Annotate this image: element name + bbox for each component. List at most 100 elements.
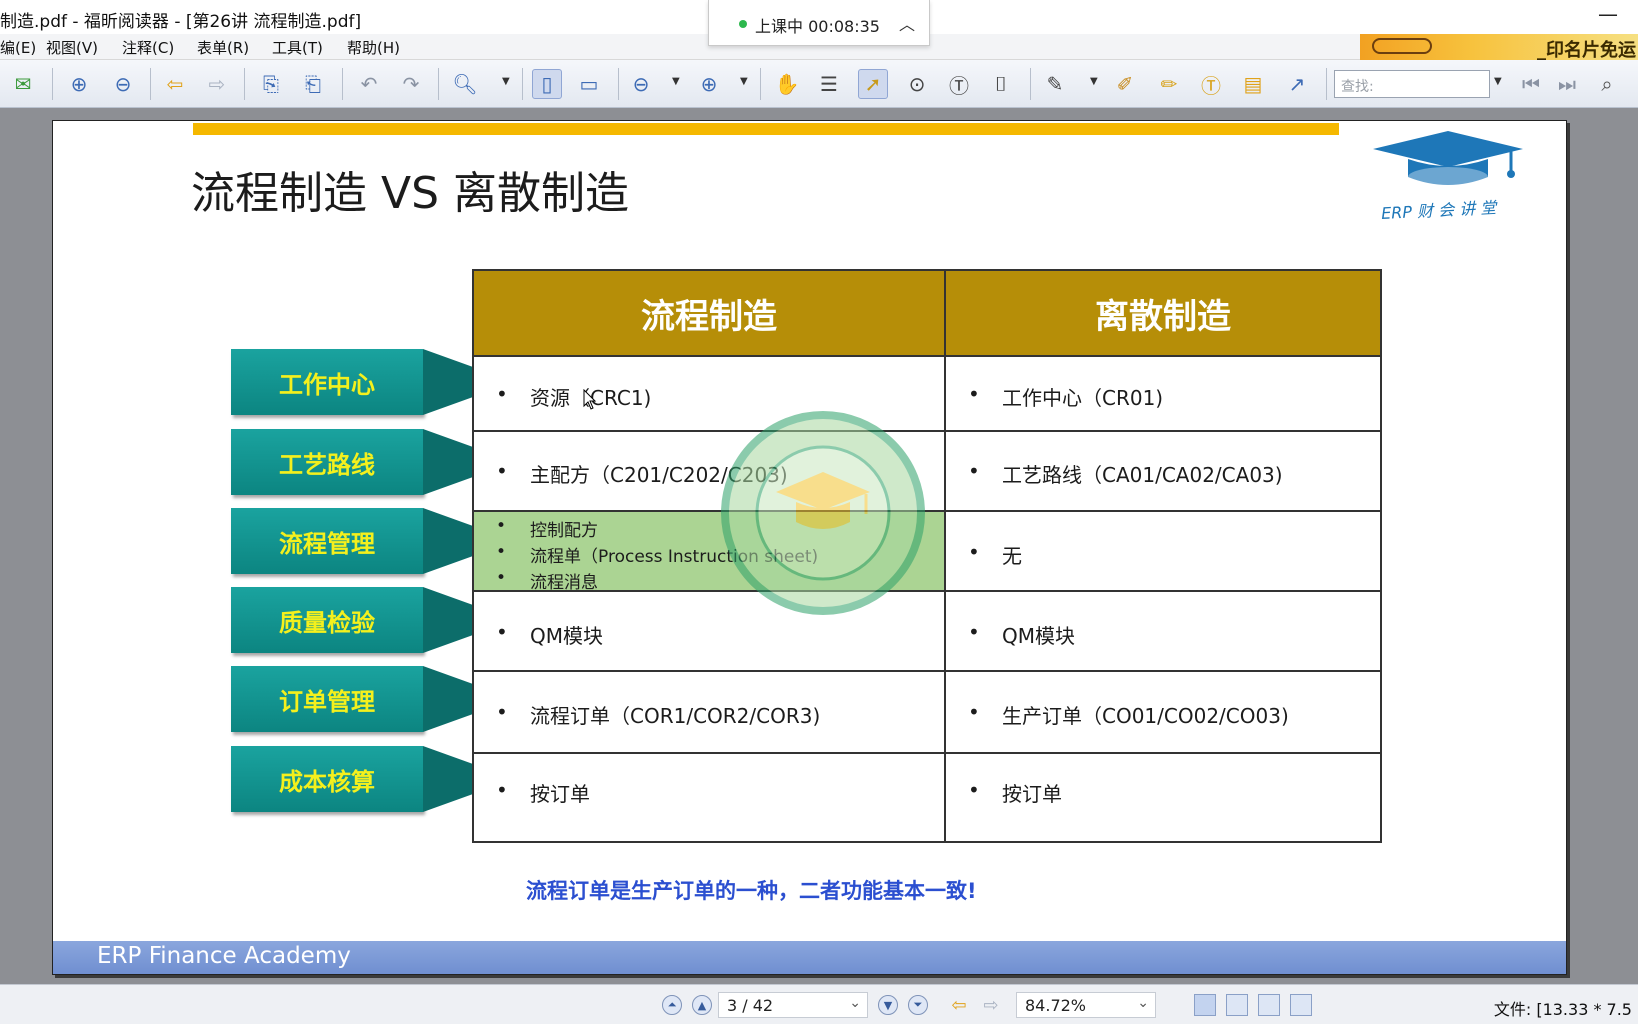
table-row: • QM模块 • QM模块 xyxy=(474,590,1380,670)
chevron-down-icon[interactable]: ⌄ xyxy=(1137,995,1149,1011)
row-arrow-icon xyxy=(423,508,473,574)
zoom-out-icon[interactable]: ⊖ xyxy=(626,69,656,99)
menu-form[interactable]: 表单(R) xyxy=(197,37,249,58)
continuous-facing-view-icon[interactable] xyxy=(1290,994,1312,1016)
row-label-routing: 工艺路线 xyxy=(231,429,423,495)
forward-arrow-icon[interactable]: ⇨ xyxy=(202,69,232,99)
chevron-up-icon[interactable]: ︿ xyxy=(899,11,915,35)
ad-banner-text: _印名片免运 xyxy=(1537,40,1636,61)
snapshot-camera-icon[interactable]: ⌷ xyxy=(986,69,1016,99)
comparison-table: 流程制造 离散制造 •资源（CRC1) •工作中心（CR01) •主配方（C20… xyxy=(472,269,1382,843)
find-next-icon[interactable]: ⏭ xyxy=(1552,69,1582,99)
extract-page-icon[interactable]: ⎘ xyxy=(256,69,286,99)
toolbar-separator xyxy=(244,68,245,100)
redo-icon[interactable]: ↷ xyxy=(396,69,426,99)
table-row: • 控制配方 • 流程单（Process Instruction sheet) • 流… xyxy=(474,510,1380,593)
row-label-work-center: 工作中心 xyxy=(231,349,423,415)
first-page-icon[interactable]: ⏶ xyxy=(662,995,682,1015)
menu-view[interactable]: 视图(V) xyxy=(46,37,98,58)
zoom-tool-dropdown[interactable]: ▼ xyxy=(502,76,510,87)
email-icon[interactable]: ✉ xyxy=(8,69,38,99)
zoom-level-field[interactable]: 84.72% ⌄ xyxy=(1016,992,1156,1018)
row-label-process-management: 流程管理 xyxy=(231,508,423,574)
pdf-page: 流程制造 VS 离散制造 ERP 财 会 讲 堂 工作中心 工艺路线 流程管理 … xyxy=(52,120,1567,975)
single-page-view-icon[interactable] xyxy=(1194,994,1216,1016)
class-timer-widget[interactable]: 上课中 00:08:35 ︿ xyxy=(708,0,930,46)
select-annotation-icon[interactable]: ➚ xyxy=(858,69,888,99)
note-comment-icon[interactable]: ▤ xyxy=(1238,69,1268,99)
undo-icon[interactable]: ↶ xyxy=(354,69,384,99)
search-dropdown[interactable]: ▼ xyxy=(1494,76,1502,87)
toolbar-separator xyxy=(438,68,439,100)
toolbar-separator xyxy=(342,68,343,100)
file-size-info: 文件: [13.33 * 7.5 xyxy=(1493,1000,1632,1019)
insert-page-icon[interactable]: ⎗ xyxy=(298,69,328,99)
toolbar: ✉ ⊕ ⊖ ⇦ ⇨ ⎘ ⎗ ↶ ↷ 🔍︎ ▼ ▯ ▭ ⊖ ▼ ⊕ ▼ ✋ ☰ ➚… xyxy=(0,60,1638,108)
header-process-manufacturing: 流程制造 xyxy=(474,271,944,355)
find-previous-icon[interactable]: ⏮ xyxy=(1516,69,1546,99)
page-number-field[interactable]: 3 / 42 ⌄ xyxy=(718,992,868,1018)
ad-banner[interactable]: _印名片免运 xyxy=(1360,34,1638,61)
menu-help[interactable]: 帮助(H) xyxy=(347,37,400,58)
document-view[interactable]: 流程制造 VS 离散制造 ERP 财 会 讲 堂 工作中心 工艺路线 流程管理 … xyxy=(0,108,1638,984)
mouse-cursor-icon xyxy=(583,389,597,410)
select-text-icon[interactable]: ☰ xyxy=(814,69,844,99)
zoom-out-dropdown[interactable]: ▼ xyxy=(672,76,680,87)
zoom-level-text: 84.72% xyxy=(1025,996,1087,1015)
back-arrow-icon[interactable]: ⇦ xyxy=(160,69,190,99)
slide-title: 流程制造 VS 离散制造 xyxy=(191,168,630,219)
erp-finance-academy-watermark xyxy=(721,411,925,615)
toolbar-separator xyxy=(760,68,761,100)
row-label-cost-accounting: 成本核算 xyxy=(231,746,423,812)
form-tool-dropdown[interactable]: ▼ xyxy=(1090,76,1098,87)
menu-comment[interactable]: 注释(C) xyxy=(122,37,174,58)
row-arrow-icon xyxy=(423,746,473,812)
search-input[interactable]: 查找: xyxy=(1334,70,1490,98)
toolbar-separator xyxy=(1326,68,1327,100)
window-title: 制造.pdf - 福昕阅读器 - [第26讲 流程制造.pdf] xyxy=(0,12,362,32)
toolbar-separator xyxy=(150,68,151,100)
page-number-text: 3 / 42 xyxy=(727,996,774,1015)
row-arrow-icon xyxy=(423,666,473,732)
footer-brand-text: ERP Finance Academy xyxy=(97,943,351,969)
arrow-draw-icon[interactable]: ↗ xyxy=(1282,69,1312,99)
history-forward-icon[interactable]: ⇨ xyxy=(976,990,1006,1020)
highlight-icon[interactable]: ✏ xyxy=(1154,69,1184,99)
prev-page-icon[interactable]: ▲ xyxy=(692,995,712,1015)
minimize-button[interactable]: — xyxy=(1598,2,1618,26)
zoom-in-dropdown[interactable]: ▼ xyxy=(740,76,748,87)
toolbar-separator xyxy=(52,68,53,100)
facing-view-icon[interactable] xyxy=(1258,994,1280,1016)
chevron-down-icon[interactable]: ⌄ xyxy=(849,995,861,1011)
row-label-quality-inspection: 质量检验 xyxy=(231,587,423,653)
menu-tools[interactable]: 工具(T) xyxy=(272,37,323,58)
next-page-icon[interactable]: ⊖ xyxy=(108,69,138,99)
find-binoculars-icon[interactable]: ⊙ xyxy=(902,69,932,99)
continuous-view-icon[interactable] xyxy=(1226,994,1248,1016)
fit-width-icon[interactable]: ▭ xyxy=(574,69,604,99)
row-arrow-icon xyxy=(423,349,473,415)
history-back-icon[interactable]: ⇦ xyxy=(944,990,974,1020)
status-bar: ⏶ ▲ 3 / 42 ⌄ ▼ ⏷ ⇦ ⇨ 84.72% ⌄ 文件: [13.33… xyxy=(0,984,1638,1024)
hand-tool-icon[interactable]: ✋ xyxy=(772,69,802,99)
last-page-icon[interactable]: ⏷ xyxy=(908,995,928,1015)
previous-page-icon[interactable]: ⊕ xyxy=(64,69,94,99)
row-arrow-icon xyxy=(423,587,473,653)
magnifier-icon[interactable]: ⌕ xyxy=(1592,69,1622,99)
sign-pen-icon[interactable]: ✐ xyxy=(1110,69,1140,99)
toolbar-separator xyxy=(522,68,523,100)
menu-edit[interactable]: 编(E) xyxy=(0,37,36,58)
table-row: •资源（CRC1) •工作中心（CR01) xyxy=(474,355,1380,430)
form-tool-icon[interactable]: ✎ xyxy=(1040,69,1070,99)
slide-footer-bar: ERP Finance Academy xyxy=(53,941,1566,974)
textbox-icon[interactable]: Ⓣ xyxy=(1196,69,1226,99)
next-page-icon[interactable]: ▼ xyxy=(878,995,898,1015)
table-row: • 按订单 • 按订单 xyxy=(474,752,1380,841)
typewriter-icon[interactable]: Ⓣ xyxy=(944,69,974,99)
row-label-order-management: 订单管理 xyxy=(231,666,423,732)
fit-page-icon[interactable]: ▯ xyxy=(532,69,562,99)
zoom-in-tool-icon[interactable]: 🔍︎ xyxy=(450,69,480,99)
column-divider xyxy=(944,271,946,841)
zoom-in-icon[interactable]: ⊕ xyxy=(694,69,724,99)
slide-accent-bar xyxy=(193,123,1339,135)
